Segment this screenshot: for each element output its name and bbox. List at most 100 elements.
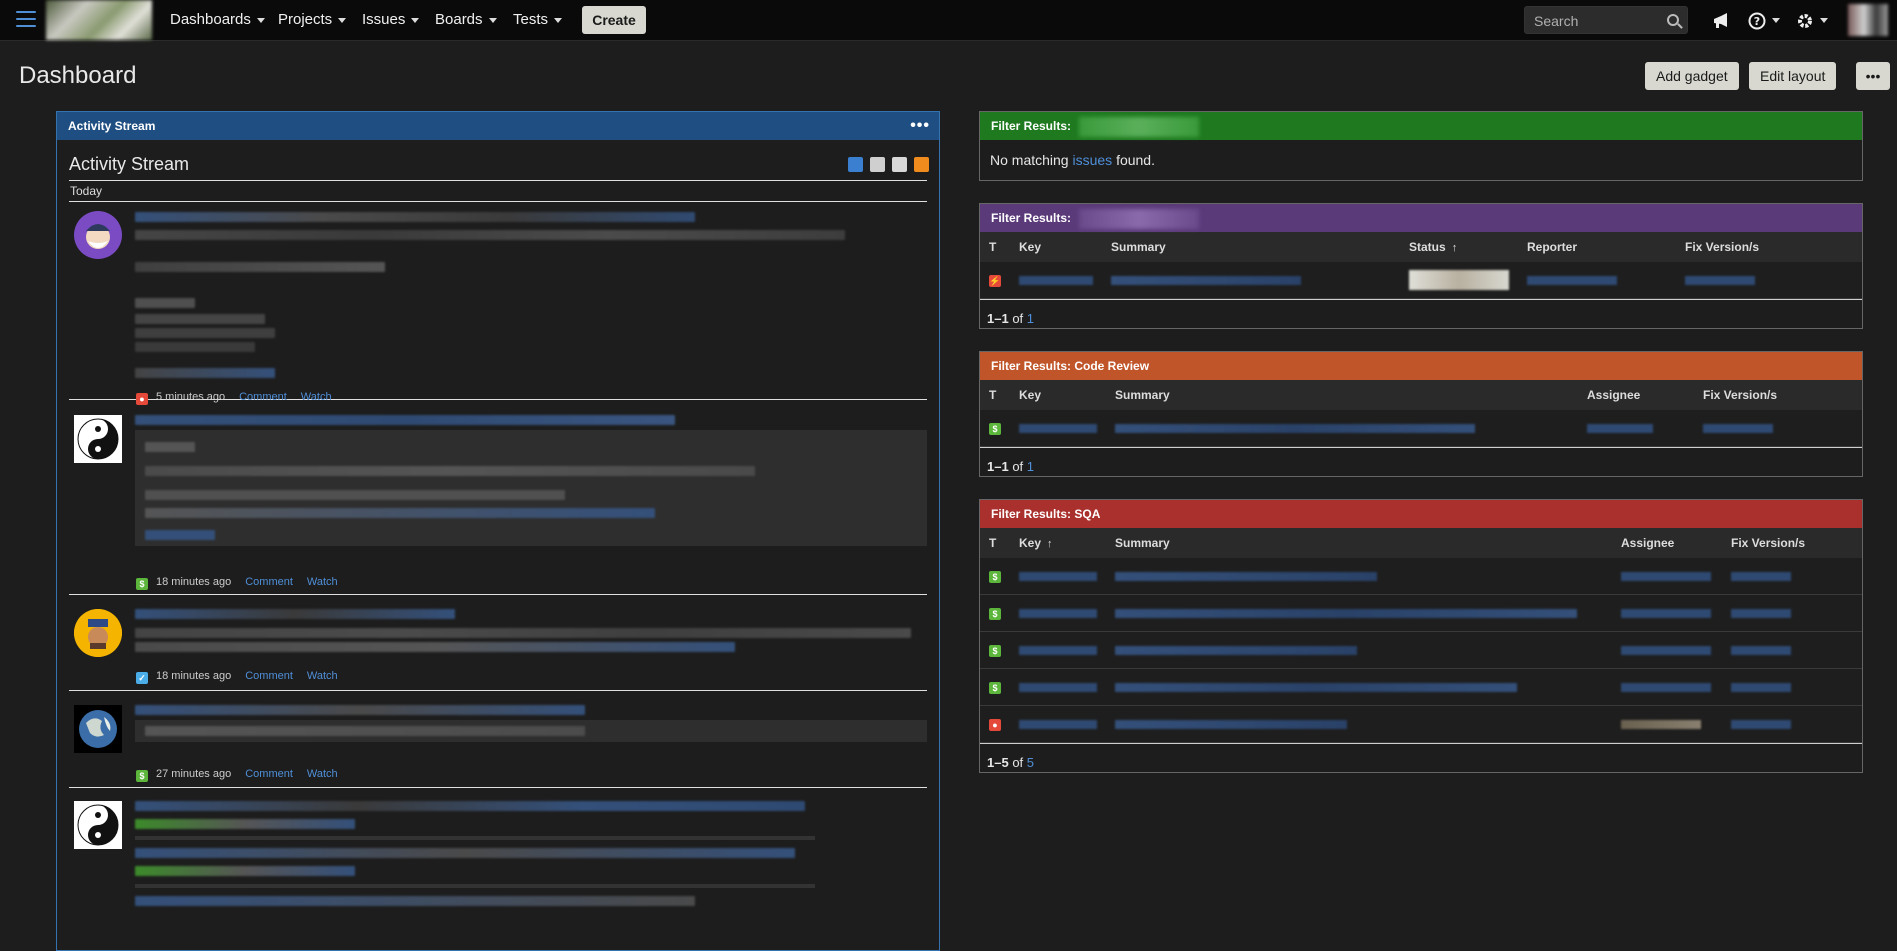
avatar[interactable] (74, 705, 122, 753)
column-header[interactable]: Summary (1102, 232, 1400, 262)
column-header[interactable]: Key (1010, 232, 1102, 262)
pagination-total-link[interactable]: 5 (1027, 755, 1034, 770)
gear-icon[interactable] (1796, 0, 1828, 40)
table-row[interactable]: ● (980, 705, 1862, 743)
gadget-header: Filter Results: Code Review (980, 352, 1862, 380)
hamburger-icon[interactable] (16, 11, 36, 29)
more-options-button[interactable]: ••• (1856, 62, 1890, 90)
megaphone-icon[interactable] (1712, 0, 1730, 40)
svg-text:?: ? (1754, 15, 1760, 28)
column-header[interactable]: Key (1010, 380, 1106, 410)
comment-link[interactable]: Comment (245, 576, 293, 588)
avatar[interactable] (74, 211, 122, 259)
table-row[interactable]: $ (980, 631, 1862, 669)
column-header[interactable]: Fix Version/s (1676, 232, 1862, 262)
filter-results-gadget-sqa: Filter Results: SQA T Key ↑ Summary Assig… (979, 499, 1863, 773)
table-row[interactable]: $ (980, 594, 1862, 632)
comment-link[interactable]: Comment (239, 391, 287, 403)
column-header[interactable]: T (980, 232, 1010, 262)
chevron-down-icon (554, 17, 563, 23)
column-header[interactable]: Reporter (1518, 232, 1676, 262)
story-icon: $ (989, 682, 1001, 694)
avatar[interactable] (74, 415, 122, 463)
nav-issues[interactable]: Issues (362, 0, 420, 40)
table-row[interactable]: $ (980, 410, 1862, 447)
help-icon[interactable]: ? (1748, 0, 1780, 40)
add-gadget-button[interactable]: Add gadget (1645, 62, 1739, 90)
table-row[interactable]: ⚡ (980, 262, 1862, 299)
table-row[interactable]: $ (980, 558, 1862, 595)
nav-issues-label: Issues (362, 11, 406, 28)
bug-icon: ● (136, 393, 148, 405)
list-view-icon[interactable] (848, 157, 864, 172)
column-header[interactable]: Summary (1106, 380, 1578, 410)
chevron-down-icon (1820, 18, 1828, 24)
divider (135, 836, 815, 840)
comment-link[interactable]: Comment (245, 670, 293, 682)
story-icon: $ (989, 571, 1001, 583)
comment-quote (135, 430, 927, 546)
column-header[interactable]: T (980, 528, 1010, 558)
user-avatar[interactable] (1848, 4, 1888, 36)
nav-dashboards[interactable]: Dashboards (170, 0, 265, 40)
pagination-range: 1–5 (987, 755, 1009, 770)
gadget-title: Filter Results: SQA (991, 507, 1101, 521)
create-button[interactable]: Create (582, 6, 646, 34)
results-table: T Key ↑ Summary Assignee Fix Version/s $ … (980, 528, 1862, 743)
bug-icon: ⚡ (989, 275, 1001, 287)
story-icon: $ (136, 770, 148, 782)
column-header-label: Key (1019, 536, 1042, 550)
gadget-menu-icon[interactable]: ••• (910, 112, 930, 140)
table-row[interactable]: $ (980, 668, 1862, 706)
issues-link[interactable]: issues (1072, 152, 1112, 168)
column-header[interactable]: Fix Version/s (1722, 528, 1862, 558)
entry-timestamp: 27 minutes ago (156, 768, 232, 780)
gadget-title: Filter Results: Code Review (991, 359, 1150, 373)
search-input[interactable] (1525, 7, 1666, 35)
column-header[interactable]: Assignee (1612, 528, 1722, 558)
chevron-down-icon (1772, 18, 1780, 24)
column-header[interactable]: T (980, 380, 1010, 410)
column-header[interactable]: Assignee (1578, 380, 1694, 410)
avatar[interactable] (74, 609, 122, 657)
results-pagination: 1–1 of 1 (980, 299, 1862, 337)
pagination-total-link[interactable]: 1 (1027, 459, 1034, 474)
full-view-icon[interactable] (870, 157, 886, 172)
page-title: Dashboard (19, 62, 137, 89)
results-pagination: 1–5 of 5 (980, 743, 1862, 781)
avatar[interactable] (74, 801, 122, 849)
rss-feed-icon[interactable] (914, 157, 929, 172)
pagination-of: of (1012, 755, 1024, 770)
message-text: found. (1116, 152, 1155, 168)
pagination-total-link[interactable]: 1 (1027, 311, 1034, 326)
column-header-sorted[interactable]: Status ↑ (1400, 232, 1518, 262)
watch-link[interactable]: Watch (307, 670, 338, 682)
story-icon: $ (989, 608, 1001, 620)
column-header[interactable]: Summary (1106, 528, 1612, 558)
watch-link[interactable]: Watch (307, 768, 338, 780)
no-results-message: No matching issues found. (980, 140, 1862, 180)
entry-meta: ● 5 minutes ago Comment Watch (136, 391, 332, 405)
column-header-sorted[interactable]: Key ↑ (1010, 528, 1106, 558)
watch-link[interactable]: Watch (301, 391, 332, 403)
nav-boards[interactable]: Boards (435, 0, 497, 40)
story-icon: $ (989, 645, 1001, 657)
activity-entry (69, 792, 927, 942)
column-header[interactable]: Fix Version/s (1694, 380, 1862, 410)
chevron-down-icon (338, 17, 347, 23)
entry-timestamp: 18 minutes ago (156, 670, 232, 682)
bug-icon: ● (989, 719, 1001, 731)
nav-tests[interactable]: Tests (513, 0, 563, 40)
filter-results-gadget-code-review: Filter Results: Code Review T Key Summar… (979, 351, 1863, 477)
watch-link[interactable]: Watch (307, 576, 338, 588)
filter-icon[interactable] (892, 157, 908, 172)
comment-link[interactable]: Comment (245, 768, 293, 780)
divider (135, 884, 815, 888)
edit-layout-button[interactable]: Edit layout (1749, 62, 1837, 90)
app-logo[interactable] (46, 0, 152, 40)
entry-timestamp: 5 minutes ago (156, 391, 226, 403)
gadget-title: Filter Results: (991, 119, 1072, 133)
nav-projects[interactable]: Projects (278, 0, 347, 40)
search-icon[interactable] (1667, 14, 1679, 26)
gadget-header: Filter Results: (980, 112, 1862, 140)
